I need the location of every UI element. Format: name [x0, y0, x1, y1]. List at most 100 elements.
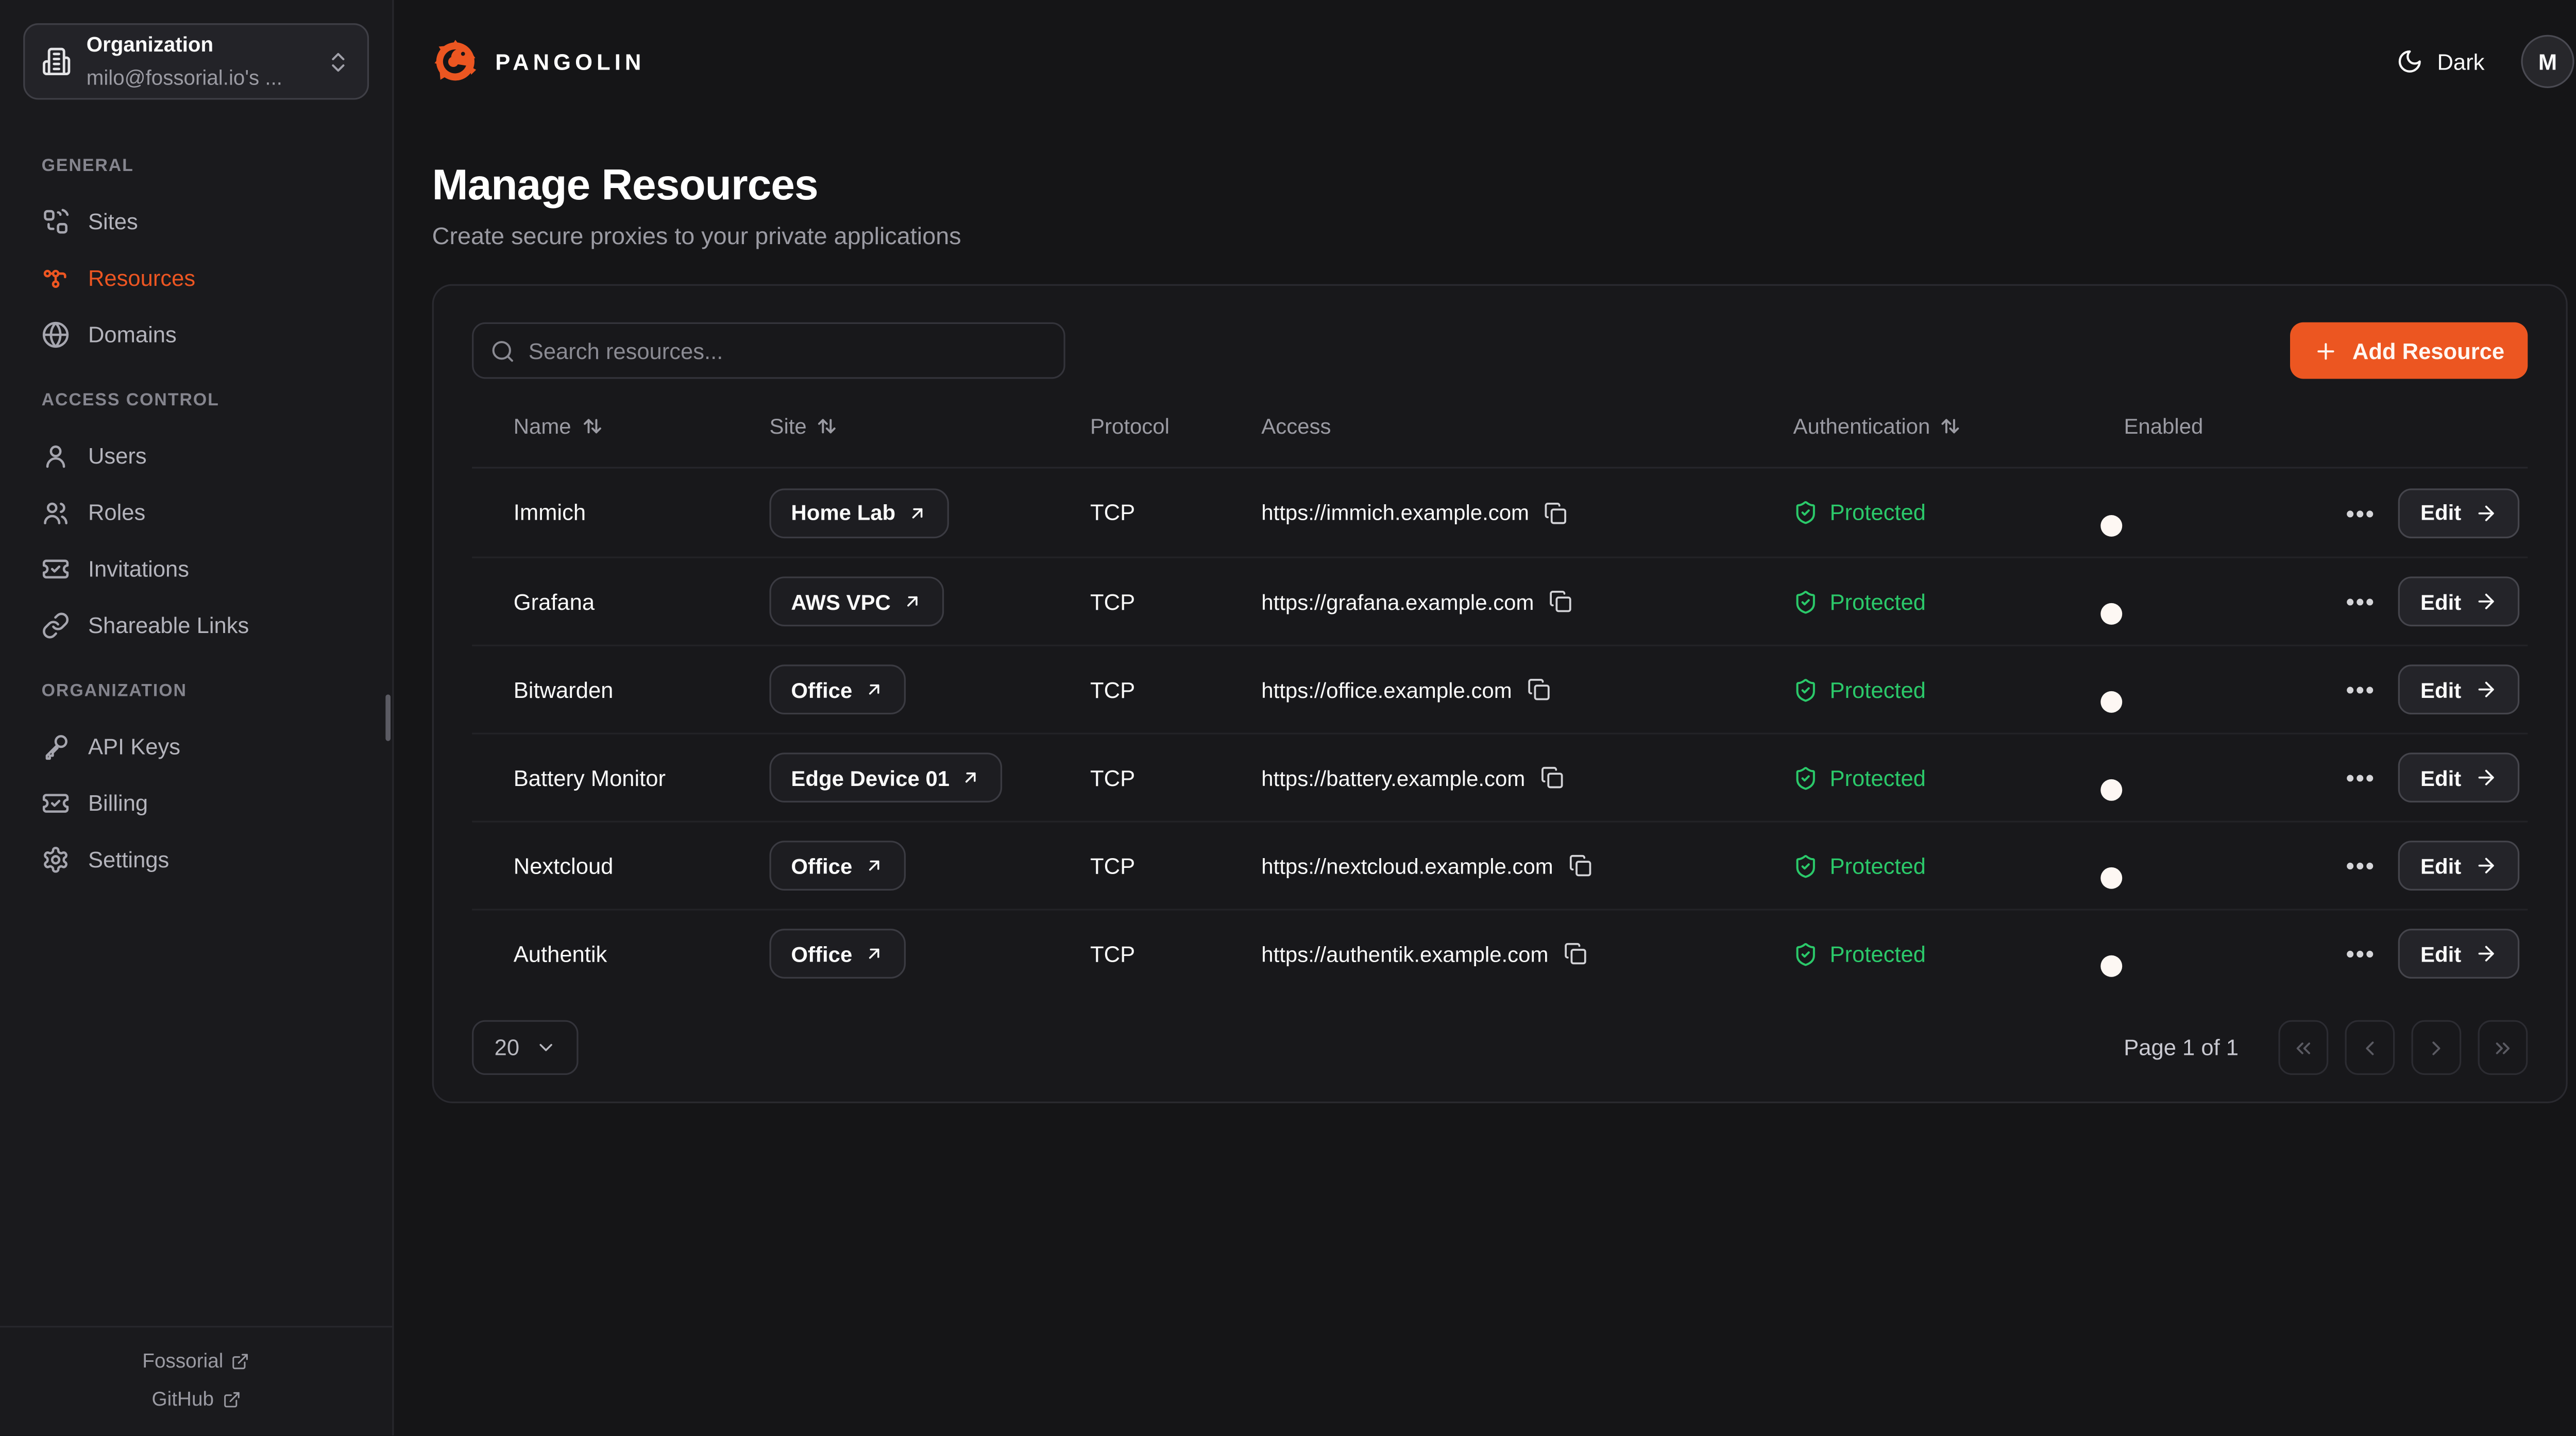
topbar: PANGOLIN Dark M	[394, 0, 2576, 123]
edit-button[interactable]: Edit	[2399, 929, 2519, 979]
access-url: https://battery.example.com	[1261, 765, 1525, 790]
external-link-icon	[231, 1352, 249, 1370]
fossorial-link[interactable]: Fossorial	[142, 1350, 250, 1373]
sidebar-item-label: API Keys	[88, 733, 180, 758]
site-link[interactable]: Home Lab	[769, 488, 948, 538]
org-selector-label: Organization	[87, 33, 213, 57]
resource-name: Immich	[514, 500, 770, 525]
first-page-button[interactable]	[2278, 1020, 2328, 1075]
protocol: TCP	[1090, 589, 1261, 614]
sidebar-nav: GENERAL Sites Resources	[0, 123, 392, 1327]
arrow-up-right-icon	[864, 944, 884, 964]
access-url: https://office.example.com	[1261, 677, 1512, 702]
chevrons-up-down-icon	[326, 49, 350, 74]
shield-check-icon	[1793, 765, 1818, 790]
resource-name: Nextcloud	[514, 853, 770, 878]
auth-status: Protected	[1829, 589, 1925, 614]
page-size-select[interactable]: 20	[472, 1020, 578, 1075]
column-header-name[interactable]: Name	[514, 414, 770, 438]
search-icon	[490, 338, 515, 363]
column-header-site[interactable]: Site	[769, 414, 1090, 438]
link-icon	[42, 610, 70, 639]
moon-icon	[2397, 48, 2424, 75]
org-selector-value: milo@fossorial.io's ...	[87, 66, 282, 90]
page-title: Manage Resources	[432, 160, 2568, 211]
github-link[interactable]: GitHub	[152, 1388, 241, 1411]
copy-icon[interactable]	[1544, 501, 1567, 524]
sidebar-scrollbar-thumb[interactable]	[385, 694, 391, 741]
sidebar-item-label: Shareable Links	[88, 612, 249, 637]
site-link[interactable]: Office	[769, 929, 905, 979]
theme-toggle-label: Dark	[2437, 49, 2484, 74]
arrow-up-right-icon	[864, 856, 884, 876]
sidebar-item-domains[interactable]: Domains	[20, 306, 372, 363]
org-selector[interactable]: Organization milo@fossorial.io's ...	[23, 23, 369, 99]
avatar[interactable]: M	[2521, 35, 2574, 88]
resource-name: Bitwarden	[514, 677, 770, 702]
sidebar-item-invitations[interactable]: Invitations	[20, 540, 372, 596]
sidebar-item-shareable-links[interactable]: Shareable Links	[20, 596, 372, 653]
resources-icon	[42, 263, 70, 292]
plus-icon	[2314, 338, 2339, 363]
copy-icon[interactable]	[1563, 942, 1586, 965]
chevron-right-icon	[2425, 1036, 2448, 1059]
site-link[interactable]: AWS VPC	[769, 576, 944, 626]
next-page-button[interactable]	[2411, 1020, 2461, 1075]
sidebar-item-users[interactable]: Users	[20, 427, 372, 484]
sidebar-item-settings[interactable]: Settings	[20, 831, 372, 887]
main-area: PANGOLIN Dark M Manage Resources Create …	[394, 0, 2576, 1436]
site-link[interactable]: Office	[769, 664, 905, 714]
app-window: Organization milo@fossorial.io's ... GEN…	[0, 0, 2576, 1436]
avatar-initial: M	[2538, 49, 2557, 74]
auth-status: Protected	[1829, 853, 1925, 878]
edit-button[interactable]: Edit	[2399, 664, 2519, 714]
sidebar-item-label: Billing	[88, 790, 148, 815]
sidebar-item-billing[interactable]: Billing	[20, 774, 372, 831]
copy-icon[interactable]	[1540, 766, 1563, 789]
arrow-right-icon	[2475, 678, 2498, 701]
globe-icon	[42, 320, 70, 348]
sidebar-item-resources[interactable]: Resources	[20, 249, 372, 306]
section-label-general: GENERAL	[20, 143, 372, 193]
chevron-left-icon	[2358, 1036, 2381, 1059]
sidebar-item-label: Sites	[88, 209, 138, 233]
building-icon	[42, 46, 72, 76]
receipt-check-icon	[42, 789, 70, 817]
user-icon	[42, 441, 70, 469]
sidebar-item-label: Domains	[88, 321, 177, 346]
arrow-right-icon	[2475, 942, 2498, 965]
last-page-button[interactable]	[2478, 1020, 2528, 1075]
site-link[interactable]: Office	[769, 841, 905, 891]
sidebar-item-sites[interactable]: Sites	[20, 193, 372, 249]
site-link[interactable]: Edge Device 01	[769, 753, 1003, 802]
add-resource-button[interactable]: Add Resource	[2291, 322, 2528, 379]
edit-button[interactable]: Edit	[2399, 488, 2519, 538]
shield-check-icon	[1793, 853, 1818, 878]
table-footer: 20 Page 1 of 1	[472, 1020, 2528, 1075]
resource-name: Authentik	[514, 941, 770, 966]
sidebar-item-roles[interactable]: Roles	[20, 484, 372, 540]
column-header-authentication[interactable]: Authentication	[1793, 414, 2124, 438]
edit-button[interactable]: Edit	[2399, 841, 2519, 891]
sort-icon	[581, 415, 603, 437]
copy-icon[interactable]	[1568, 854, 1591, 877]
auth-status: Protected	[1829, 500, 1925, 525]
copy-icon[interactable]	[1527, 678, 1550, 701]
auth-status: Protected	[1829, 765, 1925, 790]
sidebar-item-api-keys[interactable]: API Keys	[20, 718, 372, 775]
column-header-enabled: Enabled	[2124, 414, 2340, 438]
copy-icon[interactable]	[1549, 590, 1572, 613]
theme-toggle[interactable]: Dark	[2397, 48, 2484, 75]
search-input[interactable]	[529, 338, 1047, 363]
page-head: Manage Resources Create secure proxies t…	[394, 123, 2576, 251]
resource-name: Grafana	[514, 589, 770, 614]
pangolin-logo-icon	[430, 37, 480, 87]
previous-page-button[interactable]	[2345, 1020, 2395, 1075]
table-row: Authentik Office TCP https://authentik.e…	[472, 909, 2528, 997]
edit-button[interactable]: Edit	[2399, 576, 2519, 626]
sidebar-footer: Fossorial GitHub	[0, 1326, 392, 1436]
gear-icon	[42, 845, 70, 873]
edit-button[interactable]: Edit	[2399, 753, 2519, 802]
resources-card: Add Resource Name Site P	[432, 284, 2568, 1103]
column-header-protocol: Protocol	[1090, 414, 1261, 438]
